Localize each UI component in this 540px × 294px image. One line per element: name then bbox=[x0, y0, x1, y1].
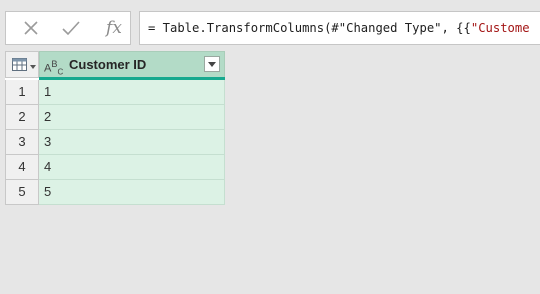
table-row: 2 2 bbox=[5, 105, 225, 130]
data-grid: ABC Customer ID 1 1 2 2 3 3 4 4 5 5 bbox=[5, 51, 225, 205]
formula-text: = Table.TransformColumns(#"Changed Type"… bbox=[148, 12, 530, 44]
x-icon[interactable] bbox=[18, 12, 44, 44]
column-title: Customer ID bbox=[69, 57, 147, 72]
formula-input[interactable]: = Table.TransformColumns(#"Changed Type"… bbox=[139, 11, 540, 45]
insert-function-button[interactable]: fx bbox=[100, 12, 128, 44]
row-number[interactable]: 5 bbox=[5, 180, 39, 205]
dropdown-arrow-icon bbox=[208, 61, 216, 67]
table-menu-button[interactable] bbox=[5, 51, 39, 78]
formula-actions: fx bbox=[5, 11, 131, 45]
row-number[interactable]: 1 bbox=[5, 80, 39, 105]
check-icon[interactable] bbox=[58, 12, 84, 44]
row-number[interactable]: 4 bbox=[5, 155, 39, 180]
row-number[interactable]: 3 bbox=[5, 130, 39, 155]
column-header-customer-id[interactable]: ABC Customer ID bbox=[39, 51, 225, 78]
table-icon bbox=[12, 58, 27, 71]
table-row: 1 1 bbox=[5, 80, 225, 105]
table-row: 5 5 bbox=[5, 180, 225, 205]
table-row: 3 3 bbox=[5, 130, 225, 155]
filter-dropdown-button[interactable] bbox=[204, 56, 220, 72]
chevron-down-icon bbox=[30, 65, 36, 69]
table-row: 4 4 bbox=[5, 155, 225, 180]
table-cell[interactable]: 1 bbox=[39, 80, 225, 105]
table-cell[interactable]: 5 bbox=[39, 180, 225, 205]
table-cell[interactable]: 4 bbox=[39, 155, 225, 180]
row-number[interactable]: 2 bbox=[5, 105, 39, 130]
formula-prefix: = Table.TransformColumns(#"Changed Type"… bbox=[148, 21, 471, 35]
table-cell[interactable]: 3 bbox=[39, 130, 225, 155]
type-icon-sub: C bbox=[57, 67, 64, 77]
formula-string: "Custome bbox=[470, 21, 530, 35]
table-cell[interactable]: 2 bbox=[39, 105, 225, 130]
